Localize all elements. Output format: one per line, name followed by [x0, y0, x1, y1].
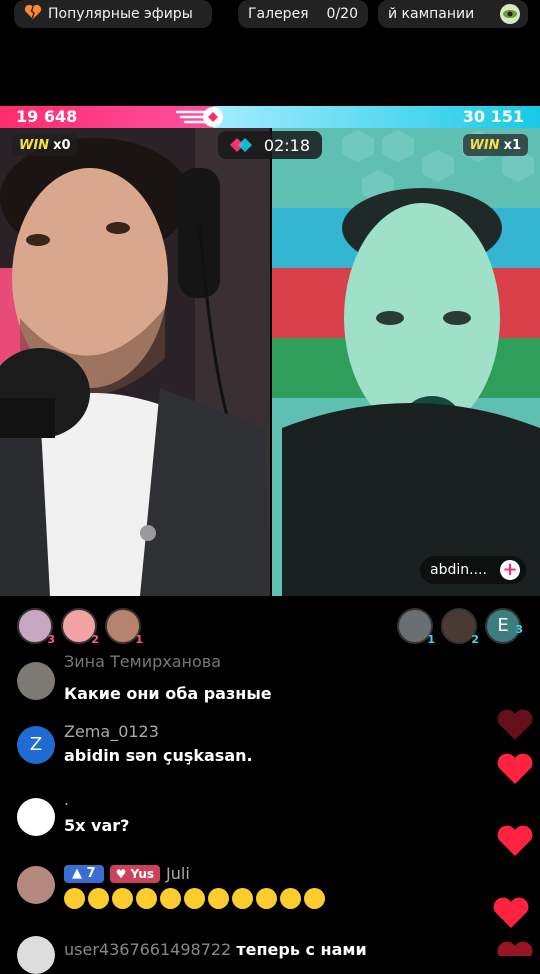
left-team-score: 19 648: [16, 107, 78, 126]
chat-username[interactable]: .: [64, 790, 69, 809]
left-supporter-2[interactable]: 2: [61, 608, 99, 646]
opponent-win-count: x1: [503, 137, 521, 153]
chat-message: Z Zema_0123 abidin sən çuşkasan.: [0, 722, 480, 768]
chat-avatar[interactable]: [17, 866, 55, 904]
battle-timer: 02:18: [218, 131, 322, 159]
gallery-count: 0/20: [326, 6, 358, 22]
opponent-win-label: WIN: [469, 137, 500, 153]
chat-text: abidin sən çuşkasan.: [64, 746, 253, 765]
laughing-face-icon: [304, 888, 325, 909]
opponent-win-badge: WIN x1: [462, 134, 528, 156]
left-supporter-1-rank: 3: [47, 633, 55, 646]
right-supporter-2-rank: 2: [471, 633, 479, 646]
battle-score-bar: 19 648 30 151: [0, 106, 540, 128]
chat-text: теперь с нами: [236, 940, 367, 959]
chat-username[interactable]: Зина Темирханова: [64, 652, 221, 671]
fan-club-badge: ♥ Yus: [109, 864, 161, 883]
chat-avatar-initial: Z: [29, 734, 43, 755]
battle-timer-value: 02:18: [263, 135, 310, 155]
chat-avatar[interactable]: Z: [17, 726, 55, 764]
host-win-badge: WIN x0: [12, 134, 78, 156]
fan-club-badge-label: Yus: [130, 866, 155, 881]
chat-username-and-text: user4367661498722 теперь с нами: [64, 940, 367, 959]
chat-badges: ▲ 7 ♥ Yus Juli: [64, 864, 190, 883]
chat-avatar[interactable]: [17, 936, 55, 974]
campaign-icon: [498, 3, 522, 28]
opponent-name-pill[interactable]: abdin.... +: [420, 556, 526, 584]
kissing-face-icon: [64, 888, 85, 909]
right-supporter-3-initial: E: [497, 615, 509, 636]
left-supporter-3[interactable]: 1: [105, 608, 143, 646]
right-supporter-3-rank: 3: [515, 623, 523, 636]
level-badge: ▲ 7: [64, 864, 104, 883]
kissing-face-icon: [112, 888, 133, 909]
floating-heart-icon: [492, 896, 530, 934]
chat-username[interactable]: Zema_0123: [64, 722, 159, 741]
top-bar: Популярные эфиры Галерея 0/20 й кампании: [0, 0, 540, 34]
right-team-score: 30 151: [462, 107, 524, 126]
chat-username[interactable]: user4367661498722: [64, 940, 231, 959]
host-win-count: x0: [53, 137, 71, 153]
gallery-button[interactable]: Галерея 0/20: [238, 0, 368, 28]
opponent-video[interactable]: WIN x1: [272, 128, 540, 596]
right-supporter-1[interactable]: 1: [397, 608, 435, 646]
chat-avatar[interactable]: [17, 662, 55, 700]
level-badge-value: 7: [86, 865, 96, 881]
chat-message: Зина Темирханова Какие они оба разные: [0, 652, 480, 703]
vs-icon: [228, 137, 254, 157]
right-supporter-1-rank: 1: [427, 633, 435, 646]
laughing-face-icon: [256, 888, 277, 909]
opponent-name: abdin....: [430, 562, 487, 578]
chat-message: ▲ 7 ♥ Yus Juli: [0, 864, 480, 914]
right-supporter-2[interactable]: 2: [441, 608, 479, 646]
floating-heart-icon: [496, 752, 534, 790]
host-win-label: WIN: [19, 137, 50, 153]
left-supporter-3-rank: 1: [135, 633, 143, 646]
heart-eyes-face-icon: [160, 888, 181, 909]
chat-message: . 5x var?: [0, 790, 480, 840]
broken-heart-icon: [24, 4, 42, 24]
follow-plus-icon[interactable]: +: [500, 560, 520, 580]
left-supporter-2-rank: 2: [91, 633, 99, 646]
gallery-label: Галерея: [248, 6, 309, 22]
chat-text: Какие они оба разные: [64, 684, 272, 703]
right-supporter-3[interactable]: E 3: [485, 608, 523, 644]
host-video-frame: [0, 128, 270, 596]
laughing-face-icon: [208, 888, 229, 909]
laughing-face-icon: [232, 888, 253, 909]
campaign-label: й кампании: [388, 6, 475, 22]
kissing-face-icon: [88, 888, 109, 909]
chat-message: user4367661498722 теперь с нами: [0, 936, 480, 974]
heart-eyes-face-icon: [136, 888, 157, 909]
floating-heart-icon: [496, 708, 534, 746]
host-video[interactable]: WIN x0: [0, 128, 270, 596]
supporters-row: 3 2 1 1 2 E 3: [0, 608, 540, 648]
heart-eyes-face-icon: [184, 888, 205, 909]
floating-heart-icon: [496, 824, 534, 862]
chat-username[interactable]: Juli: [166, 864, 190, 883]
popular-lives-button[interactable]: Популярные эфиры: [14, 0, 212, 28]
chat-text: 5x var?: [64, 816, 130, 835]
floating-heart-icon: [496, 940, 534, 964]
popular-lives-label: Популярные эфиры: [48, 6, 193, 22]
chat-emoji-row: [64, 888, 325, 909]
chat-avatar[interactable]: [17, 798, 55, 836]
laughing-face-icon: [280, 888, 301, 909]
campaign-button[interactable]: й кампании: [378, 0, 528, 28]
opponent-video-frame: [272, 128, 540, 596]
left-supporter-1[interactable]: 3: [17, 608, 55, 646]
chat-list[interactable]: Зина Темирханова Какие они оба разные Z …: [0, 650, 500, 974]
